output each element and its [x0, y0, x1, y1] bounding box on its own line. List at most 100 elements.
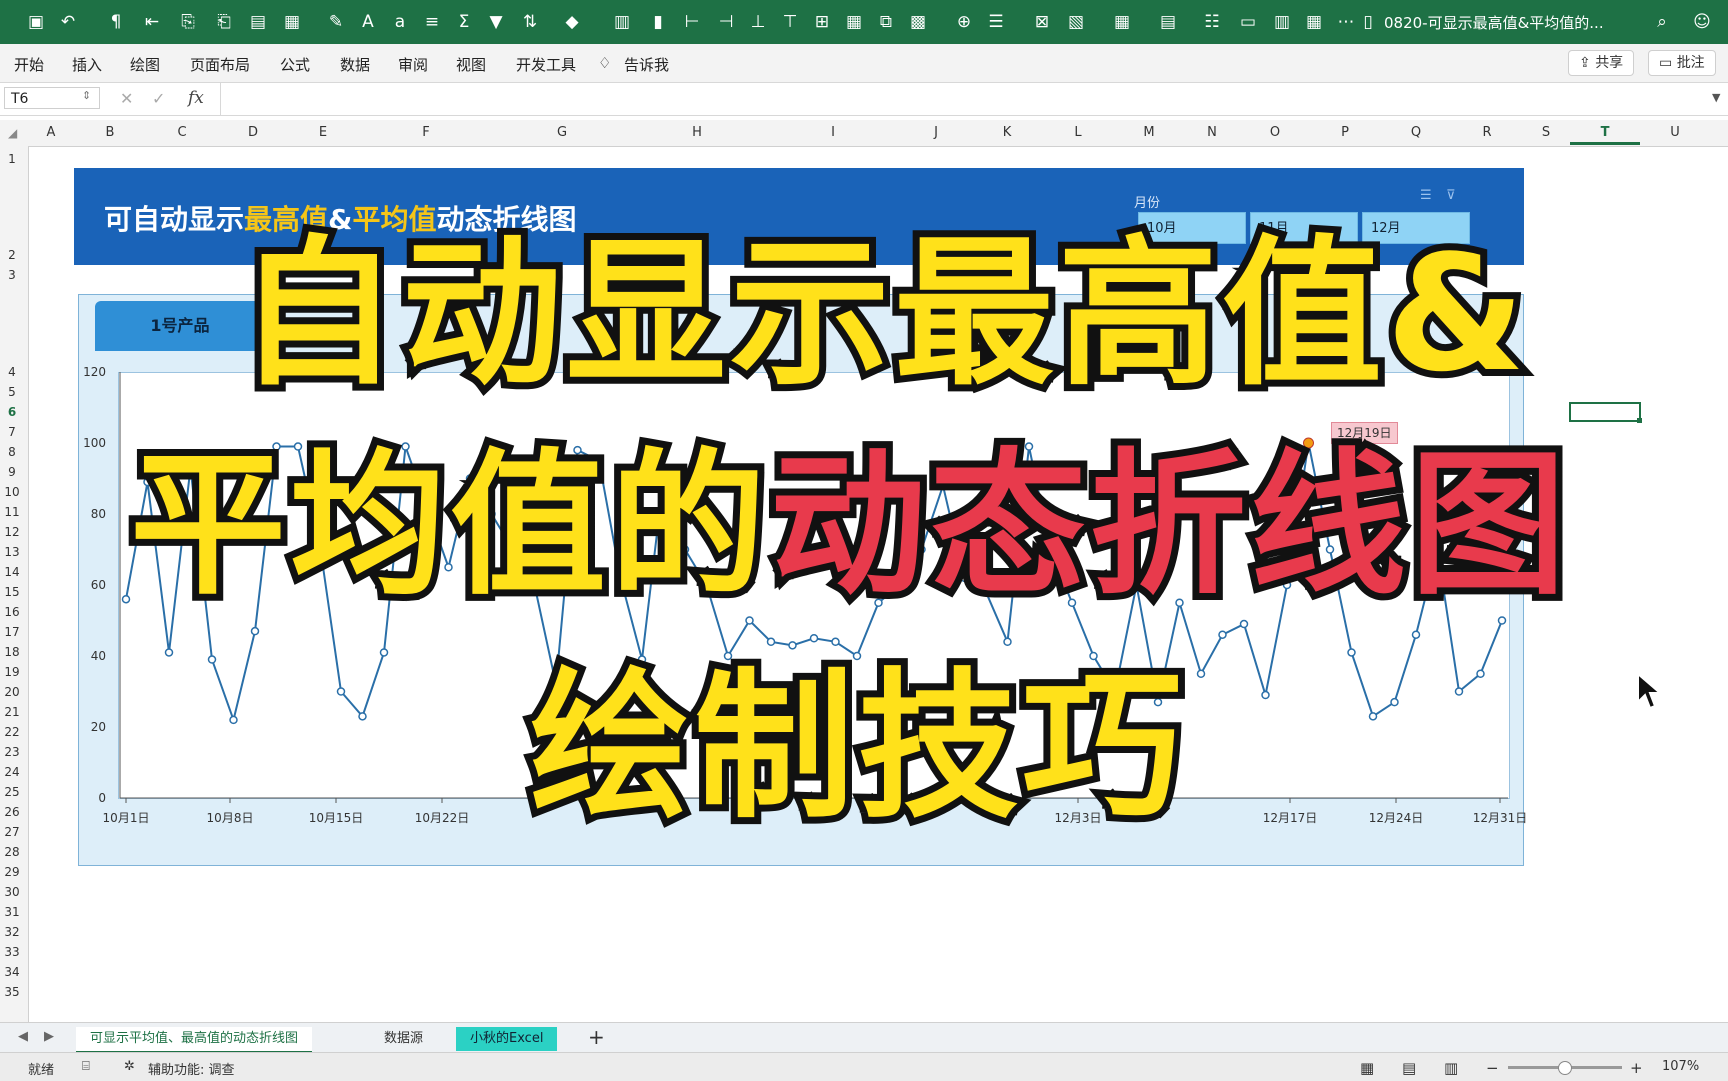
column-header[interactable]: F [422, 125, 429, 140]
column-header[interactable]: B [106, 125, 115, 140]
chart-icon[interactable]: ▥ [610, 10, 634, 34]
column-header[interactable]: O [1270, 125, 1280, 140]
multi-select-icon[interactable]: ☰ [1420, 188, 1432, 203]
tab-tell-me[interactable]: 告诉我 [624, 54, 669, 75]
tab-home[interactable]: 开始 [14, 54, 44, 75]
row-header[interactable]: 28 [0, 845, 24, 859]
row-header[interactable]: 29 [0, 865, 24, 879]
sheet-icon[interactable]: ▥ [1270, 10, 1294, 34]
column-header[interactable]: R [1482, 125, 1491, 140]
filter-icon[interactable]: ▼ [484, 10, 508, 34]
form-icon[interactable]: ▭ [1236, 10, 1260, 34]
bullets-icon[interactable]: ☷ [1200, 10, 1224, 34]
format-painter-icon[interactable]: ¶ [104, 10, 128, 34]
list-icon[interactable]: ☰ [984, 10, 1008, 34]
row-header[interactable]: 30 [0, 885, 24, 899]
row-header[interactable]: 19 [0, 665, 24, 679]
prev-sheet-icon[interactable]: ◀ [18, 1029, 28, 1044]
row-header[interactable]: 21 [0, 705, 24, 719]
tab-page-layout[interactable]: 页面布局 [190, 54, 250, 75]
pivot-icon[interactable]: ▧ [1064, 10, 1088, 34]
row-header[interactable]: 4 [0, 365, 24, 379]
zoom-slider-thumb[interactable] [1558, 1061, 1572, 1075]
matrix-icon[interactable]: ▦ [1302, 10, 1326, 34]
column-header[interactable]: S [1542, 125, 1550, 140]
normal-view-icon[interactable]: ▦ [1360, 1059, 1374, 1077]
table-style-icon[interactable]: ▦ [1110, 10, 1134, 34]
copy-format-icon[interactable]: ⧉ [874, 10, 898, 34]
zoom-in-icon[interactable]: + [1630, 1059, 1643, 1077]
column-header[interactable]: J [934, 125, 938, 140]
row-header[interactable]: 16 [0, 605, 24, 619]
tab-review[interactable]: 审阅 [398, 54, 428, 75]
page-break-view-icon[interactable]: ▥ [1444, 1059, 1458, 1077]
account-icon[interactable]: ☺ [1690, 10, 1714, 34]
column-header[interactable]: A [47, 125, 56, 140]
row-header[interactable]: 31 [0, 905, 24, 919]
row-header[interactable]: 26 [0, 805, 24, 819]
insert-icon[interactable]: ⊕ [952, 10, 976, 34]
row-header[interactable]: 3 [0, 268, 24, 282]
row-header[interactable]: 15 [0, 585, 24, 599]
row-header[interactable]: 23 [0, 745, 24, 759]
expand-formula-icon[interactable]: ▼ [1712, 91, 1720, 104]
row-header[interactable]: 25 [0, 785, 24, 799]
row-header[interactable]: 7 [0, 425, 24, 439]
add-sheet-icon[interactable]: + [588, 1025, 605, 1049]
clear-filter-icon[interactable]: ⊽ [1446, 188, 1456, 203]
indent-icon[interactable]: ⇤ [140, 10, 164, 34]
column-header[interactable]: P [1341, 125, 1349, 140]
page-layout-view-icon[interactable]: ▤ [1402, 1059, 1416, 1077]
column-header[interactable]: I [831, 125, 835, 140]
cancel-icon[interactable]: ✕ [120, 89, 133, 108]
column-header[interactable]: H [692, 125, 702, 140]
row-header[interactable]: 13 [0, 545, 24, 559]
column-header[interactable]: Q [1411, 125, 1421, 140]
row-header[interactable]: 9 [0, 465, 24, 479]
paste-icon[interactable]: ⎘ [176, 10, 200, 34]
sheet-tab[interactable]: 数据源 [370, 1027, 437, 1051]
accessibility-icon[interactable]: ✲ [124, 1059, 135, 1074]
row-header[interactable]: 10 [0, 485, 24, 499]
row-header[interactable]: 2 [0, 248, 24, 262]
column-header[interactable]: U [1670, 125, 1680, 140]
tab-developer[interactable]: 开发工具 [516, 54, 576, 75]
confirm-icon[interactable]: ✓ [152, 89, 165, 108]
sum-icon[interactable]: Σ [452, 10, 476, 34]
column-header[interactable]: K [1003, 125, 1012, 140]
row-header[interactable]: 1 [0, 152, 24, 166]
comments-button[interactable]: ▭ 批注 [1648, 50, 1716, 76]
column-header[interactable]: E [319, 125, 327, 140]
column-header-active[interactable]: T [1601, 125, 1610, 140]
tab-insert[interactable]: 插入 [72, 54, 102, 75]
group-icon[interactable]: ⊞ [810, 10, 834, 34]
row-header[interactable]: 24 [0, 765, 24, 779]
column-header[interactable]: C [177, 125, 186, 140]
font-size-up-icon[interactable]: A [356, 10, 380, 34]
macro-record-icon[interactable]: ⌸ [82, 1059, 90, 1074]
center-icon[interactable]: ⊤ [778, 10, 802, 34]
row-header[interactable]: 11 [0, 505, 24, 519]
tab-view[interactable]: 视图 [456, 54, 486, 75]
row-header[interactable]: 17 [0, 625, 24, 639]
sort-icon[interactable]: ⇅ [518, 10, 542, 34]
row-header[interactable]: 33 [0, 945, 24, 959]
calculate-icon[interactable]: ▦ [842, 10, 866, 34]
row-header[interactable]: 5 [0, 385, 24, 399]
distribute-icon[interactable]: ⊥ [746, 10, 770, 34]
zoom-out-icon[interactable]: − [1486, 1059, 1499, 1077]
row-header[interactable]: 27 [0, 825, 24, 839]
column-header[interactable]: L [1074, 125, 1081, 140]
row-header-active[interactable]: 6 [0, 405, 24, 419]
sheet-tab[interactable]: 小秋的Excel [456, 1027, 558, 1051]
row-header[interactable]: 20 [0, 685, 24, 699]
font-size-down-icon[interactable]: a [388, 10, 412, 34]
save-icon[interactable]: ▣ [24, 10, 48, 34]
align-icon[interactable]: ≡ [420, 10, 444, 34]
grid-icon[interactable]: ▩ [906, 10, 930, 34]
sheet-tab-active[interactable]: 可显示平均值、最高值的动态折线图 [76, 1027, 313, 1053]
formula-input[interactable] [220, 83, 1711, 115]
paste-special-icon[interactable]: ⎗ [212, 10, 236, 34]
column-header[interactable]: D [248, 125, 258, 140]
undo-icon[interactable]: ↶ [56, 10, 80, 34]
